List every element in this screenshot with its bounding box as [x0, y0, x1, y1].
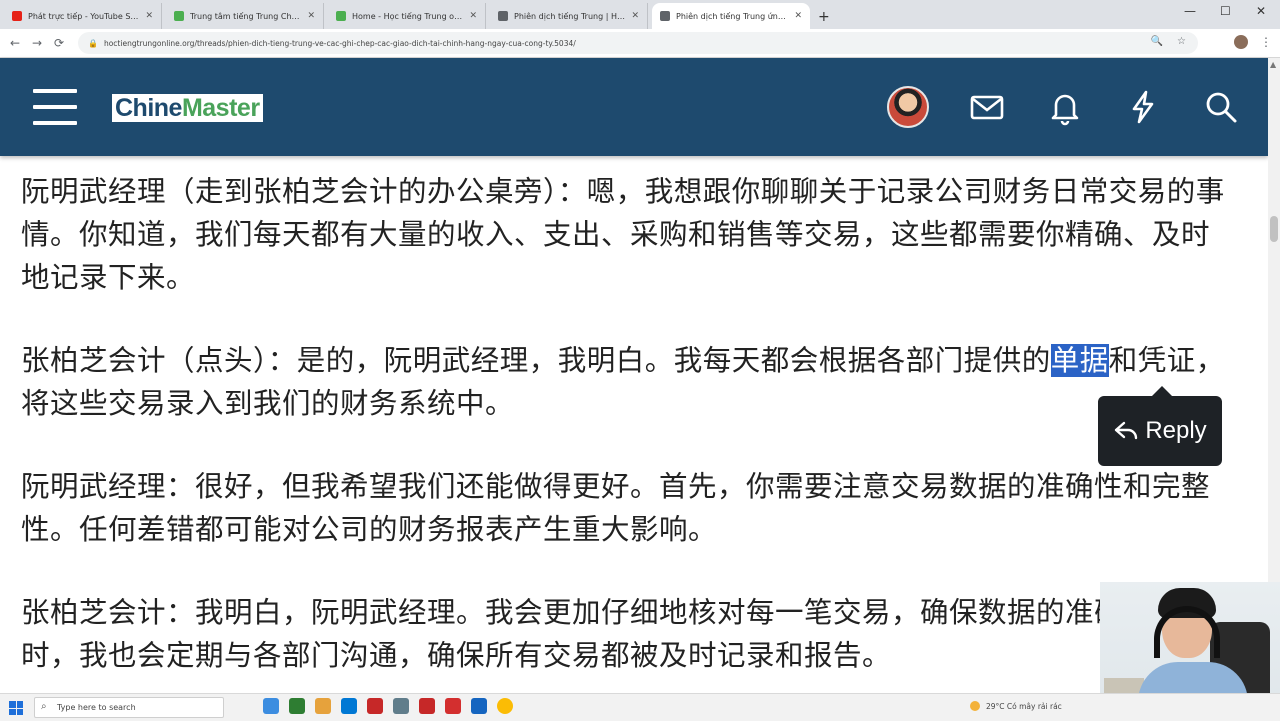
bell-icon[interactable]: [1046, 88, 1084, 126]
tab-favicon-icon: [336, 11, 346, 21]
selected-text[interactable]: 单据: [1050, 344, 1109, 377]
close-window-button[interactable]: ✕: [1256, 4, 1266, 18]
browser-tab-strip: Phát trực tiếp - YouTube Studio ✕ Trung …: [0, 0, 1280, 29]
dialogue-paragraph: 阮明武经理：很好，但我希望我们还能做得更好。首先，你需要注意交易数据的准确性和完…: [21, 470, 1211, 546]
windows-taskbar: ⌕ Type here to search 29°C Có mây rải rá…: [0, 693, 1280, 721]
reload-icon[interactable]: ⟳: [48, 36, 70, 50]
tab-favicon-icon: [174, 11, 184, 21]
tab-close-icon[interactable]: ✕: [794, 11, 802, 21]
tab-favicon-icon: [660, 11, 670, 21]
tab-favicon-icon: [12, 11, 22, 21]
taskbar-app-icon[interactable]: [341, 698, 357, 714]
maximize-button[interactable]: ☐: [1220, 4, 1231, 18]
taskbar-app-icon[interactable]: [471, 698, 487, 714]
tab-close-icon[interactable]: ✕: [145, 11, 153, 21]
taskbar-app-icon[interactable]: [289, 698, 305, 714]
lock-icon: 🔒: [88, 38, 98, 48]
scrollbar-thumb[interactable]: [1270, 216, 1278, 242]
reply-popup-arrow: [1152, 386, 1172, 396]
browser-menu-icon[interactable]: ⋮: [1260, 35, 1272, 49]
tab-favicon-icon: [498, 11, 508, 21]
browser-tab[interactable]: Trung tâm tiếng Trung ChineMaster ✕: [166, 3, 324, 29]
taskbar-app-icon[interactable]: [393, 698, 409, 714]
weather-text[interactable]: 29°C Có mây rải rác: [986, 702, 1062, 711]
post-content: 阮明武经理（走到张柏芝会计的办公桌旁）：嗯，我想跟你聊聊关于记录公司财务日常交易…: [21, 170, 1236, 717]
browser-tab[interactable]: Phát trực tiếp - YouTube Studio ✕: [4, 3, 162, 29]
tab-label: Phiên dịch tiếng Trung | Học tiếng: [514, 11, 626, 21]
scroll-up-icon[interactable]: ▲: [1270, 60, 1276, 69]
browser-toolbar: ← → ⟳ 🔒 hoctiengtrungonline.org/threads/…: [0, 29, 1280, 58]
forward-arrow-icon[interactable]: →: [26, 36, 48, 50]
taskbar-app-icon[interactable]: [315, 698, 331, 714]
dialogue-paragraph: 阮明武经理（走到张柏芝会计的办公桌旁）：嗯，我想跟你聊聊关于记录公司财务日常交易…: [21, 175, 1225, 294]
weather-icon: [970, 701, 980, 711]
tab-label: Phiên dịch tiếng Trung ứng dụng: [676, 11, 788, 21]
browser-tab-active[interactable]: Phiên dịch tiếng Trung ứng dụng ✕: [652, 3, 810, 29]
logo-text-part2: Master: [181, 93, 260, 122]
bookmark-star-icon[interactable]: ☆: [1177, 36, 1186, 47]
site-logo[interactable]: Chine Master: [112, 94, 263, 122]
taskbar-app-icon[interactable]: [419, 698, 435, 714]
lightning-icon[interactable]: [1124, 88, 1162, 126]
tab-close-icon[interactable]: ✕: [307, 11, 315, 21]
reply-arrow-icon: [1115, 421, 1138, 440]
profile-avatar[interactable]: [1234, 35, 1248, 49]
taskbar-search-box[interactable]: ⌕ Type here to search: [34, 697, 224, 718]
new-tab-button[interactable]: +: [818, 9, 830, 25]
address-bar[interactable]: 🔒 hoctiengtrungonline.org/threads/phien-…: [78, 32, 1198, 54]
reply-button[interactable]: Reply: [1098, 396, 1222, 466]
chrome-icon[interactable]: [497, 698, 513, 714]
address-url: hoctiengtrungonline.org/threads/phien-di…: [103, 38, 576, 48]
browser-tab[interactable]: Home - Học tiếng Trung online ✕: [328, 3, 486, 29]
tab-close-icon[interactable]: ✕: [631, 11, 639, 21]
logo-text-part1: Chine: [115, 93, 182, 122]
browser-tab[interactable]: Phiên dịch tiếng Trung | Học tiếng ✕: [490, 3, 648, 29]
dialogue-paragraph: 张柏芝会计（点头）：是的，阮明武经理，我明白。我每天都会根据各部门提供的单据和凭…: [21, 339, 1236, 425]
tab-label: Home - Học tiếng Trung online: [352, 11, 464, 21]
taskbar-app-icon[interactable]: [445, 698, 461, 714]
paragraph-text: 张柏芝会计（点头）：是的，阮明武经理，我明白。我每天都会根据各部门提供的: [21, 344, 1051, 377]
taskbar-apps: [263, 698, 513, 714]
reply-label: Reply: [1145, 417, 1207, 444]
taskbar-app-icon[interactable]: [367, 698, 383, 714]
minimize-button[interactable]: —: [1184, 4, 1196, 18]
tab-label: Trung tâm tiếng Trung ChineMaster: [190, 11, 301, 21]
hamburger-menu-icon[interactable]: [33, 89, 77, 125]
search-icon[interactable]: [1202, 88, 1240, 126]
back-arrow-icon[interactable]: ←: [4, 36, 26, 50]
user-avatar[interactable]: [887, 86, 929, 128]
tab-close-icon[interactable]: ✕: [469, 11, 477, 21]
taskbar-app-icon[interactable]: [263, 698, 279, 714]
tab-label: Phát trực tiếp - YouTube Studio: [28, 11, 140, 21]
zoom-icon[interactable]: 🔍: [1151, 36, 1163, 47]
site-header: Chine Master: [0, 58, 1268, 156]
taskbar-search-placeholder: Type here to search: [57, 703, 136, 712]
taskbar-search-icon: ⌕: [41, 701, 47, 712]
system-tray: 29°C Có mây rải rác: [970, 701, 1062, 711]
windows-start-icon[interactable]: [9, 701, 23, 715]
mail-icon[interactable]: [968, 88, 1006, 126]
dialogue-paragraph: 张柏芝会计：我明白，阮明武经理。我会更加仔细地核对每一笔交易，确保数据的准确性。…: [21, 596, 1211, 672]
